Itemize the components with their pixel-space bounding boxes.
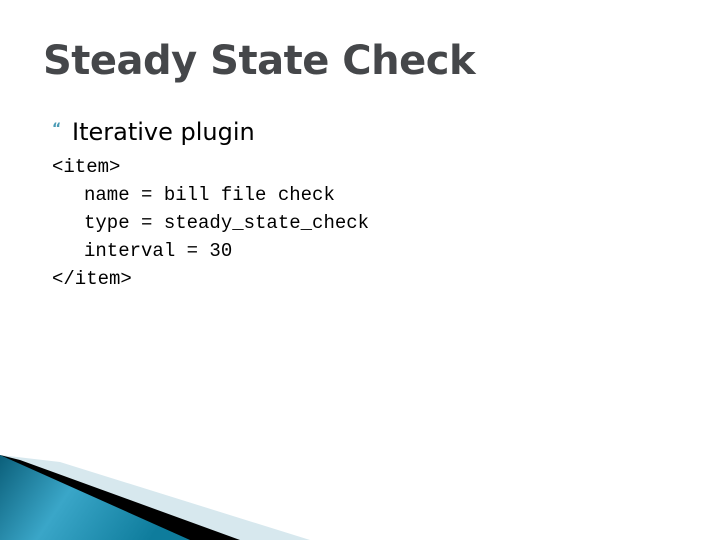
decorative-wave — [0, 455, 310, 540]
